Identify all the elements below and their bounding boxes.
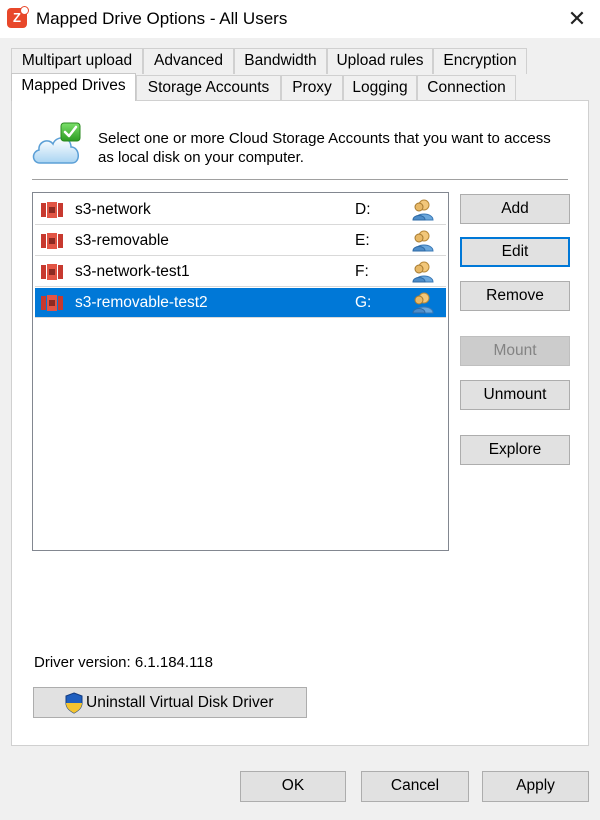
tab-advanced[interactable]: Advanced <box>143 48 234 74</box>
mapped-drives-list[interactable]: s3-network D: s3-removable E: s3-network… <box>32 192 449 551</box>
explore-button[interactable]: Explore <box>460 435 570 465</box>
drive-letter: F: <box>355 263 369 280</box>
all-users-icon <box>412 261 434 283</box>
apply-button[interactable]: Apply <box>482 771 589 802</box>
tab-proxy[interactable]: Proxy <box>281 75 343 101</box>
divider <box>32 179 568 180</box>
uninstall-driver-button[interactable]: Uninstall Virtual Disk Driver <box>33 687 307 718</box>
app-icon: Z <box>7 6 29 28</box>
uac-shield-icon <box>65 692 83 714</box>
s3-bucket-icon <box>41 295 63 311</box>
remove-button[interactable]: Remove <box>460 281 570 311</box>
driver-version-label: Driver version: 6.1.184.118 <box>34 654 213 671</box>
all-users-icon <box>412 230 434 252</box>
edit-button[interactable]: Edit <box>460 237 570 267</box>
drive-row[interactable]: s3-removable E: <box>35 226 446 256</box>
s3-bucket-icon <box>41 233 63 249</box>
s3-bucket-icon <box>41 202 63 218</box>
cancel-button[interactable]: Cancel <box>361 771 469 802</box>
tab-encryption[interactable]: Encryption <box>433 48 527 74</box>
s3-bucket-icon <box>41 264 63 280</box>
drive-name: s3-removable <box>75 232 169 249</box>
drive-letter: G: <box>355 294 372 311</box>
window-title: Mapped Drive Options - All Users <box>36 9 288 28</box>
tab-mapped-drives[interactable]: Mapped Drives <box>11 73 136 101</box>
tab-multipart-upload[interactable]: Multipart upload <box>11 48 143 74</box>
drive-name: s3-network-test1 <box>75 263 190 280</box>
drive-row[interactable]: s3-network D: <box>35 195 446 225</box>
uninstall-driver-label: Uninstall Virtual Disk Driver <box>86 694 274 711</box>
drive-name: s3-removable-test2 <box>75 294 208 311</box>
mapped-drives-panel: Select one or more Cloud Storage Account… <box>11 100 589 746</box>
all-users-icon <box>412 199 434 221</box>
mount-button[interactable]: Mount <box>460 336 570 366</box>
add-button[interactable]: Add <box>460 194 570 224</box>
drive-letter: D: <box>355 201 371 218</box>
all-users-icon <box>412 292 434 314</box>
tab-bandwidth[interactable]: Bandwidth <box>234 48 327 74</box>
close-icon: ✕ <box>567 6 587 31</box>
intro-text: Select one or more Cloud Storage Account… <box>98 130 551 166</box>
drive-row-selected[interactable]: s3-removable-test2 G: <box>35 288 446 318</box>
tab-upload-rules[interactable]: Upload rules <box>327 48 433 74</box>
drive-name: s3-network <box>75 201 151 218</box>
unmount-button[interactable]: Unmount <box>460 380 570 410</box>
cloud-check-icon <box>32 122 81 164</box>
ok-button[interactable]: OK <box>240 771 346 802</box>
tab-connection[interactable]: Connection <box>417 75 516 101</box>
close-button[interactable]: ✕ <box>554 0 600 38</box>
drive-row[interactable]: s3-network-test1 F: <box>35 257 446 287</box>
title-bar: Z Mapped Drive Options - All Users ✕ <box>0 0 600 38</box>
tab-logging[interactable]: Logging <box>343 75 417 101</box>
tab-storage-accounts[interactable]: Storage Accounts <box>136 75 281 101</box>
drive-letter: E: <box>355 232 370 249</box>
